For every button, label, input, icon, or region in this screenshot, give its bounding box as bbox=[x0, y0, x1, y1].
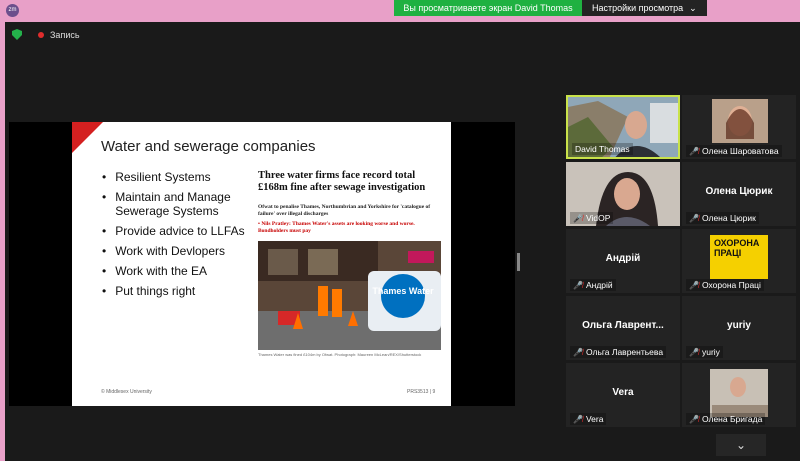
bullet-item: Put things right bbox=[102, 284, 262, 298]
muted-mic-icon: 🎤̸ bbox=[689, 146, 699, 156]
muted-mic-icon: 🎤̸ bbox=[689, 280, 699, 290]
article-photo-image: Thames Water bbox=[258, 241, 441, 350]
participant-name: 🎤̸ Олена Шароватова bbox=[686, 145, 782, 157]
muted-mic-icon: 🎤̸ bbox=[689, 213, 699, 223]
slide-title: Water and sewerage companies bbox=[101, 138, 316, 155]
slide-footer: © Middlesex University bbox=[101, 389, 152, 395]
view-options-button[interactable]: Настройки просмотра ⌄ bbox=[582, 0, 707, 16]
photo-caption: Thames Water was fined £104m by Ofwat. P… bbox=[258, 352, 422, 357]
participant-display-name: Vera bbox=[612, 387, 634, 398]
participant-name: 🎤̸ Олена Бригада bbox=[686, 413, 766, 425]
participant-tile-vidop[interactable]: 🎤̸ VidOP bbox=[566, 162, 680, 226]
related-marker: • bbox=[258, 221, 260, 227]
bullet-item: Maintain and Manage Sewerage Systems bbox=[102, 190, 262, 218]
participant-name: 🎤̸ VidOP bbox=[570, 212, 614, 224]
participant-name: 🎤̸ Ольга Лаврентьева bbox=[570, 346, 667, 358]
logo-text: ОХОРОНА ПРАЦІ bbox=[714, 238, 760, 258]
participant-tile-andrii[interactable]: Андрій 🎤̸ Андрій bbox=[566, 229, 680, 293]
participant-name: 🎤̸ yuriy bbox=[686, 346, 723, 358]
muted-mic-icon: 🎤̸ bbox=[689, 347, 699, 357]
shield-icon[interactable] bbox=[12, 29, 22, 40]
recording-label: Запись bbox=[50, 29, 80, 40]
participant-tile-olha-lavrentieva[interactable]: Ольга Лаврент... 🎤̸ Ольга Лаврентьева bbox=[566, 296, 680, 360]
article-photo: Thames Water bbox=[258, 241, 441, 350]
participant-tile-okhorona-pratsi[interactable]: ОХОРОНА ПРАЦІ 🎤̸ Охорона Праці bbox=[682, 229, 796, 293]
zoom-logo-icon: zm bbox=[6, 4, 19, 17]
muted-mic-icon: 🎤̸ bbox=[573, 213, 583, 223]
participant-name: 🎤̸ Олена Цюрик bbox=[686, 212, 759, 224]
bullet-item: Work with Devlopers bbox=[102, 244, 262, 258]
participant-display-name: Андрій bbox=[605, 253, 641, 264]
participant-display-name: Ольга Лаврент... bbox=[582, 320, 664, 331]
participant-name: 🎤̸ Охорона Праці bbox=[686, 279, 764, 291]
slide-page-number: PRS3513 | 9 bbox=[407, 389, 436, 395]
muted-mic-icon: 🎤̸ bbox=[573, 280, 583, 290]
screen-share-banner: Вы просматриваете экран David Thomas Нас… bbox=[394, 0, 707, 16]
slide-bullet-list: Resilient Systems Maintain and Manage Se… bbox=[102, 170, 262, 304]
scroll-down-chevron-icon[interactable]: ⌄ bbox=[716, 434, 766, 456]
bullet-item: Resilient Systems bbox=[102, 170, 262, 184]
participant-tile-olena-bryhada[interactable]: 🎤̸ Олена Бригада bbox=[682, 363, 796, 427]
bullet-item: Provide advice to LLFAs bbox=[102, 224, 262, 238]
participant-name: 🎤̸ Андрій bbox=[570, 279, 616, 291]
sharing-status-text: Вы просматриваете экран David Thomas bbox=[394, 0, 582, 16]
muted-mic-icon: 🎤̸ bbox=[689, 414, 699, 424]
news-article-clipping: Three water firms face record total £168… bbox=[258, 170, 442, 235]
article-standfirst: Ofwat to penalise Thames, Northumbrian a… bbox=[258, 204, 431, 217]
participant-display-name: Олена Цюрик bbox=[705, 186, 773, 197]
thames-water-sign: Thames Water bbox=[372, 286, 434, 296]
participant-tile-david-thomas[interactable]: David Thomas bbox=[566, 95, 680, 159]
slide-corner-accent bbox=[72, 122, 103, 153]
article-related-link: • Nils Pratley: Thames Water's assets ar… bbox=[258, 221, 442, 235]
participant-tile-olena-tsiuryk[interactable]: Олена Цюрик 🎤̸ Олена Цюрик bbox=[682, 162, 796, 226]
bullet-item: Work with the EA bbox=[102, 264, 262, 278]
article-headline: Three water firms face record total £168… bbox=[258, 170, 426, 193]
muted-mic-icon: 🎤̸ bbox=[573, 347, 583, 357]
participant-name: David Thomas bbox=[572, 143, 633, 155]
participant-tile-olena-sharovatova[interactable]: 🎤̸ Олена Шароватова bbox=[682, 95, 796, 159]
recording-indicator: Запись bbox=[12, 29, 80, 40]
presentation-slide: Water and sewerage companies Resilient S… bbox=[72, 122, 451, 406]
related-author: Nils Pratley: bbox=[261, 221, 291, 227]
chevron-down-icon: ⌄ bbox=[689, 3, 697, 13]
participant-display-name: yuriy bbox=[727, 320, 751, 331]
record-dot-icon bbox=[38, 31, 44, 38]
participant-name: 🎤̸ Vera bbox=[570, 413, 607, 425]
okhorona-pratsi-logo: ОХОРОНА ПРАЦІ bbox=[710, 235, 768, 279]
resize-handle[interactable] bbox=[517, 253, 520, 271]
muted-mic-icon: 🎤̸ bbox=[573, 414, 583, 424]
participant-tile-vera[interactable]: Vera 🎤̸ Vera bbox=[566, 363, 680, 427]
view-options-label: Настройки просмотра bbox=[592, 3, 684, 13]
participant-tile-yuriy[interactable]: yuriy 🎤̸ yuriy bbox=[682, 296, 796, 360]
